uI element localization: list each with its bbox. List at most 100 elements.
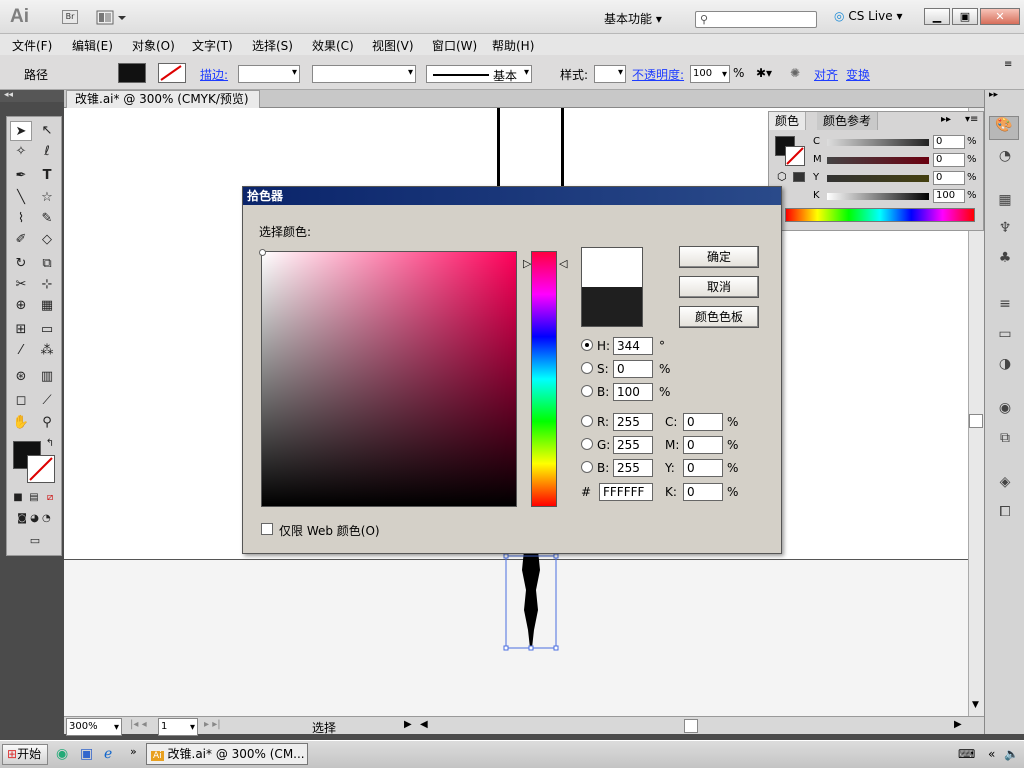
fill-swatch[interactable] bbox=[118, 63, 146, 83]
line-tool-icon[interactable]: ╲ bbox=[10, 188, 32, 208]
panel-stroke-swatch[interactable] bbox=[785, 146, 805, 166]
slice-tool-icon[interactable]: ⟋ bbox=[36, 391, 58, 411]
recolor-icon[interactable]: ✱▾ bbox=[756, 66, 772, 80]
symbols-icon[interactable]: ♣ bbox=[995, 250, 1015, 268]
brushes-icon[interactable]: ♆ bbox=[995, 220, 1015, 238]
yellow-input[interactable]: 0 bbox=[683, 459, 723, 477]
hue-slider[interactable] bbox=[531, 251, 557, 507]
horizontal-scroll-thumb[interactable] bbox=[684, 719, 698, 733]
opacity-label[interactable]: 不透明度: bbox=[632, 66, 684, 83]
magenta-input[interactable]: 0 bbox=[683, 436, 723, 454]
opacity-input[interactable]: 100 bbox=[690, 65, 730, 83]
appearance-icon[interactable]: ◉ bbox=[995, 400, 1015, 418]
menu-file[interactable]: 文件(F) bbox=[12, 37, 52, 54]
hand-tool-icon[interactable]: ✋ bbox=[10, 413, 32, 433]
transparency-icon[interactable]: ◑ bbox=[995, 356, 1015, 374]
document-setup-icon[interactable]: ✺ bbox=[790, 66, 800, 80]
gradient-panel-icon[interactable]: ▭ bbox=[995, 326, 1015, 344]
color-field-marker[interactable] bbox=[259, 249, 266, 256]
status-menu-arrow-icon[interactable]: ▶ bbox=[404, 719, 412, 730]
control-bar-menu-icon[interactable]: ≡ bbox=[1004, 59, 1012, 70]
selection-tool-icon[interactable]: ➤ bbox=[10, 121, 32, 141]
rotate-tool-icon[interactable]: ↻ bbox=[10, 254, 32, 274]
maximize-button[interactable]: ▣ bbox=[952, 8, 978, 25]
gradient-tool-icon[interactable]: ▭ bbox=[36, 320, 58, 340]
pencil-tool-icon[interactable]: ✎ bbox=[36, 209, 58, 229]
scroll-left-arrow-icon[interactable]: ◀ bbox=[420, 719, 428, 730]
scroll-down-arrow-icon[interactable]: ▼ bbox=[972, 700, 979, 710]
workspace-switcher[interactable]: 基本功能 ▾ bbox=[604, 10, 682, 27]
shape-builder-tool-icon[interactable]: ⊕ bbox=[10, 296, 32, 316]
type-tool-icon[interactable]: T bbox=[36, 166, 58, 186]
width-tool-icon[interactable]: ✂ bbox=[10, 275, 32, 295]
taskbar-item-illustrator[interactable]: Ai 改锥.ai* @ 300% (CM... bbox=[146, 743, 308, 765]
hue-radio[interactable] bbox=[581, 339, 593, 351]
vertical-scroll-thumb[interactable] bbox=[969, 414, 983, 428]
stroke-weight-dropdown[interactable] bbox=[238, 65, 300, 83]
mesh-tool-icon[interactable]: ⊞ bbox=[10, 320, 32, 340]
c-slider[interactable]: C 0% bbox=[813, 135, 977, 150]
drawing-mode-icons[interactable]: ◙ ◕ ◔ bbox=[11, 511, 57, 527]
scroll-right-arrow-icon[interactable]: ▶ bbox=[954, 719, 962, 730]
explorer-icon[interactable]: ▣ bbox=[80, 746, 93, 762]
magic-wand-tool-icon[interactable]: ✧ bbox=[10, 142, 32, 162]
current-color-swatch[interactable] bbox=[582, 287, 642, 326]
artboards-icon[interactable]: ⧠ bbox=[995, 504, 1015, 522]
transform-link[interactable]: 变换 bbox=[846, 66, 870, 83]
blob-brush-tool-icon[interactable]: ✐ bbox=[10, 230, 32, 250]
blue-radio[interactable] bbox=[581, 461, 593, 473]
keyboard-icon[interactable]: ⌨ bbox=[958, 747, 975, 761]
chrome-icon[interactable]: ◉ bbox=[56, 746, 68, 762]
brightness-radio[interactable] bbox=[581, 385, 593, 397]
close-button[interactable]: ✕ bbox=[980, 8, 1020, 25]
bridge-button[interactable]: Br bbox=[62, 10, 78, 24]
symbol-sprayer-tool-icon[interactable]: ⊛ bbox=[10, 367, 32, 387]
graphic-style-dropdown[interactable] bbox=[594, 65, 626, 83]
eyedropper-tool-icon[interactable]: ⁄ bbox=[10, 341, 32, 361]
stroke-label[interactable]: 描边: bbox=[200, 66, 228, 83]
color-guide-icon[interactable]: ◔ bbox=[995, 148, 1015, 166]
toolbox-collapse-bar[interactable]: ◂◂ bbox=[0, 90, 64, 102]
pen-tool-icon[interactable]: ✒ bbox=[10, 166, 32, 186]
ie-icon[interactable]: ℯ bbox=[104, 746, 112, 762]
stroke-color-box[interactable] bbox=[27, 455, 55, 483]
variable-width-dropdown[interactable] bbox=[312, 65, 416, 83]
document-tab[interactable]: 改锥.ai* @ 300% (CMYK/预览) ✕ bbox=[66, 90, 260, 124]
screen-mode-icon[interactable]: ▭ bbox=[21, 533, 49, 549]
gradient-mode-icon[interactable]: ▤ bbox=[27, 491, 41, 505]
dock-collapse-icon[interactable]: ▸▸ bbox=[989, 90, 998, 100]
layers-icon[interactable]: ◈ bbox=[995, 474, 1015, 492]
tab-color-guide[interactable]: 颜色参考 bbox=[817, 112, 879, 130]
color-swatches-button[interactable]: 颜色色板 bbox=[679, 306, 759, 328]
saturation-brightness-field[interactable] bbox=[259, 249, 517, 507]
next-page-icon[interactable]: ▸ ▸| bbox=[204, 719, 221, 730]
cs-live-menu[interactable]: ◎ CS Live ▾ bbox=[834, 9, 902, 23]
scale-tool-icon[interactable]: ⧉ bbox=[36, 254, 58, 274]
color-panel-icon[interactable]: 🎨 bbox=[989, 116, 1019, 140]
panel-menu-icon[interactable]: ▾≡ bbox=[965, 114, 978, 125]
black-input[interactable]: 0 bbox=[683, 483, 723, 501]
m-slider[interactable]: M 0% bbox=[813, 153, 977, 168]
brightness-input[interactable]: 100 bbox=[613, 383, 653, 401]
stroke-panel-icon[interactable]: ≡ bbox=[995, 296, 1015, 314]
brush-definition-dropdown[interactable]: 基本 bbox=[426, 65, 532, 83]
none-mode-icon[interactable]: ⧄ bbox=[43, 491, 57, 505]
tray-expand-icon[interactable]: « bbox=[988, 747, 995, 761]
ok-button[interactable]: 确定 bbox=[679, 246, 759, 268]
cyan-input[interactable]: 0 bbox=[683, 413, 723, 431]
free-transform-tool-icon[interactable]: ⊹ bbox=[36, 275, 58, 295]
first-page-icon[interactable]: |◂ ◂ bbox=[130, 719, 147, 730]
page-number-dropdown[interactable]: 1 bbox=[158, 718, 198, 736]
zoom-tool-icon[interactable]: ⚲ bbox=[36, 413, 58, 433]
menu-effect[interactable]: 效果(C) bbox=[312, 37, 354, 54]
menu-select[interactable]: 选择(S) bbox=[252, 37, 293, 54]
tab-color[interactable]: 颜色 bbox=[769, 112, 807, 130]
artboard-tool-icon[interactable]: ◻ bbox=[10, 391, 32, 411]
graphic-styles-icon[interactable]: ⧉ bbox=[995, 430, 1015, 448]
star-tool-icon[interactable]: ☆ bbox=[36, 188, 58, 208]
lasso-tool-icon[interactable]: ℓ bbox=[36, 142, 58, 162]
paintbrush-tool-icon[interactable]: ⌇ bbox=[10, 209, 32, 229]
menu-edit[interactable]: 编辑(E) bbox=[72, 37, 113, 54]
green-input[interactable]: 255 bbox=[613, 436, 653, 454]
start-button[interactable]: ⊞开始 bbox=[2, 744, 48, 765]
